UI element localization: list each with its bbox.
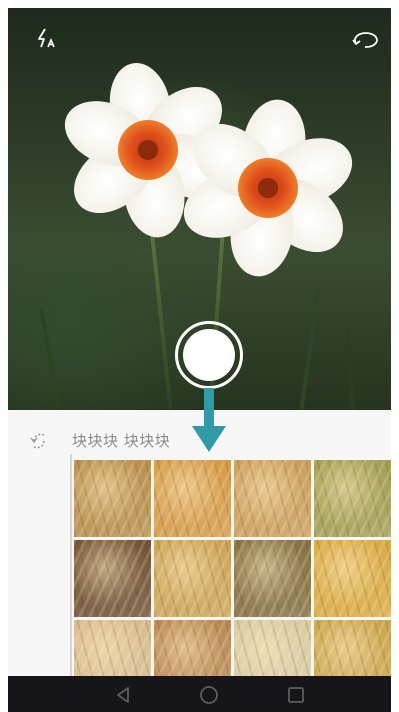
image-thumbnail[interactable]: [154, 540, 231, 617]
image-thumbnail[interactable]: [154, 460, 231, 537]
nav-back-icon[interactable]: [111, 682, 137, 708]
image-thumbnail[interactable]: [314, 540, 391, 617]
nav-home-icon[interactable]: [196, 682, 222, 708]
down-arrow-icon: [192, 388, 226, 452]
search-query-text: 块块块 块块块: [72, 432, 171, 450]
flash-auto-icon[interactable]: [32, 24, 62, 54]
image-thumbnail[interactable]: [74, 460, 151, 537]
image-results-grid: [74, 460, 391, 697]
panel-divider: [70, 454, 72, 676]
shutter-button[interactable]: [175, 321, 243, 389]
camera-app: 块块块 块块块: [8, 8, 391, 712]
shutter-inner: [183, 329, 235, 381]
switch-camera-icon[interactable]: [350, 25, 380, 55]
image-thumbnail[interactable]: [314, 460, 391, 537]
camera-viewfinder[interactable]: [8, 8, 391, 410]
image-thumbnail[interactable]: [74, 540, 151, 617]
back-arrow-icon[interactable]: [26, 428, 52, 454]
image-thumbnail[interactable]: [234, 460, 311, 537]
system-nav-bar: [8, 676, 391, 712]
nav-recents-icon[interactable]: [283, 682, 309, 708]
image-thumbnail[interactable]: [234, 540, 311, 617]
